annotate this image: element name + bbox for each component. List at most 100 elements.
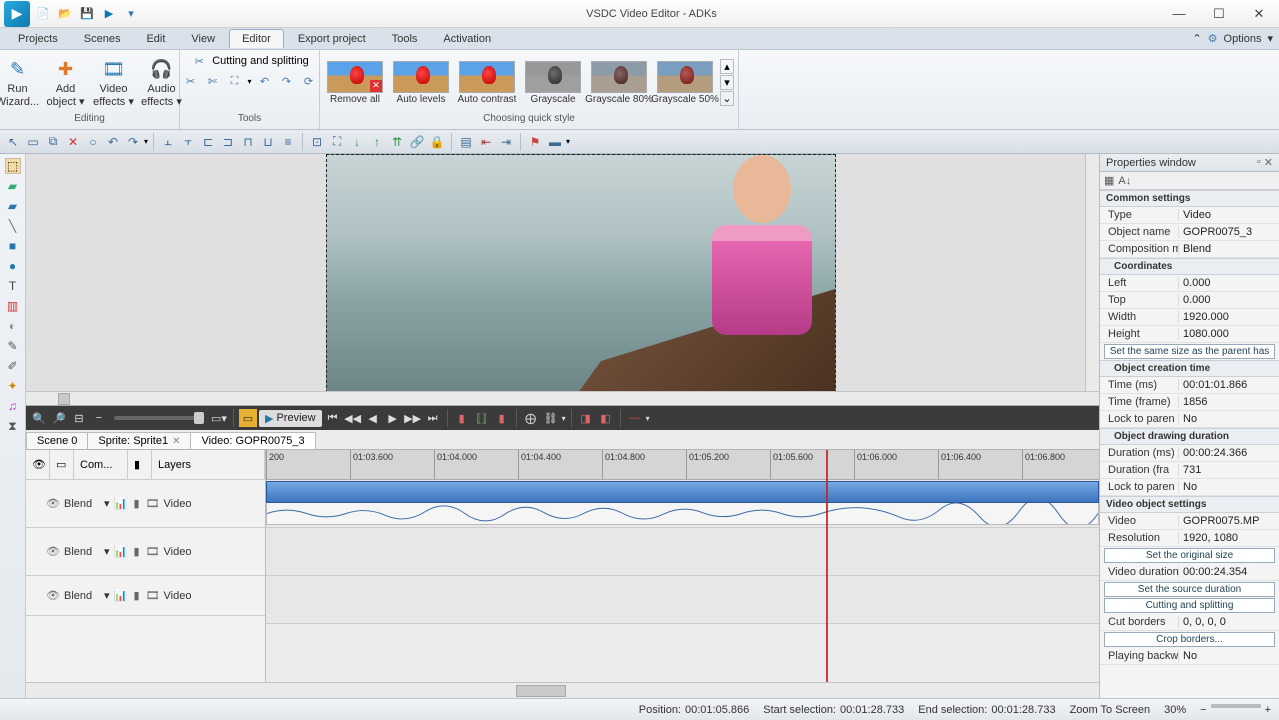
prev-frame-icon[interactable]: ◀◀ [344, 409, 362, 427]
sect-common[interactable]: Common settings [1100, 190, 1279, 207]
zoom-minus-icon[interactable]: − [90, 409, 108, 427]
style-grayscale[interactable]: Grayscale [522, 61, 584, 105]
trim-left-icon[interactable]: ◨ [577, 409, 595, 427]
close-icon[interactable]: ✕ [172, 436, 180, 447]
last-frame-icon[interactable]: ⏭ [424, 409, 442, 427]
trim-right-icon[interactable]: ◧ [597, 409, 615, 427]
style-grayscale-50[interactable]: Grayscale 50% [654, 61, 716, 105]
mb-indent-icon[interactable]: ⇥ [497, 133, 515, 151]
lock-header-icon[interactable]: ▭ [50, 450, 74, 479]
menu-projects[interactable]: Projects [6, 30, 70, 48]
sect-creation[interactable]: Object creation time [1100, 360, 1279, 377]
prop-height[interactable]: 1080.000 [1178, 328, 1279, 340]
rail-image-icon[interactable]: ▰ [5, 178, 21, 194]
prop-composition-mode[interactable]: Blend [1178, 243, 1279, 255]
mb-list-icon[interactable]: ▤ [457, 133, 475, 151]
rail-shape-icon[interactable]: ⬚ [5, 158, 21, 174]
collapse-ribbon-icon[interactable]: ⌃ [1192, 32, 1201, 45]
prop-left[interactable]: 0.000 [1178, 277, 1279, 289]
rotate-ccw-icon[interactable]: ↶ [256, 72, 274, 90]
preview-canvas[interactable] [326, 154, 836, 398]
cat-icon[interactable]: ▦ [1104, 174, 1114, 187]
cutting-splitting-button[interactable]: Cutting and splitting [1104, 598, 1275, 613]
prop-video[interactable]: GOPR0075.MP [1178, 515, 1279, 527]
menu-editor[interactable]: Editor [229, 29, 284, 48]
style-scroll-up-icon[interactable]: ▴ [720, 59, 734, 74]
rail-paint-icon[interactable]: ◐ [5, 318, 21, 334]
status-zoom-value[interactable]: 30% [1164, 704, 1186, 716]
mb-undo-icon[interactable]: ↶ [104, 133, 122, 151]
mb-center-icon[interactable]: ⊡ [308, 133, 326, 151]
prop-lock-parent-1[interactable]: No [1178, 413, 1279, 425]
zoom-slider[interactable] [114, 416, 204, 420]
first-frame-icon[interactable]: ⏮ [324, 409, 342, 427]
crop-borders-button[interactable]: Crop borders... [1104, 632, 1275, 647]
qat-open-icon[interactable]: 📂 [56, 5, 74, 23]
style-remove-all[interactable]: ✕Remove all [324, 61, 386, 105]
mb-align3-icon[interactable]: ⊏ [199, 133, 217, 151]
options-dropdown-icon[interactable]: ▾ [1267, 32, 1273, 45]
mb-redo-icon[interactable]: ↷ [124, 133, 142, 151]
rotate-cw-icon[interactable]: ↷ [278, 72, 296, 90]
marker2-icon[interactable]: ⟦⟧ [473, 409, 491, 427]
track-area[interactable]: 200 01:03.600 01:04.000 01:04.400 01:04.… [266, 450, 1099, 682]
options-gear-icon[interactable]: ⚙ [1208, 32, 1218, 45]
style-grayscale-80[interactable]: Grayscale 80% [588, 61, 650, 105]
audio-effects-button[interactable]: 🎧Audio effects ▾ [140, 54, 184, 112]
style-expand-icon[interactable]: ⌄ [720, 91, 734, 106]
menu-tools[interactable]: Tools [380, 30, 430, 48]
sect-coords[interactable]: Coordinates [1100, 258, 1279, 275]
rail-chart-icon[interactable]: ▥ [5, 298, 21, 314]
menu-activation[interactable]: Activation [431, 30, 503, 48]
style-scroll-down-icon[interactable]: ▾ [720, 75, 734, 90]
rail-counter-icon[interactable]: ⧗ [5, 418, 21, 434]
zoom-in-icon[interactable]: 🔍 [30, 409, 48, 427]
zoom-preset-icon[interactable]: ▭▾ [210, 409, 228, 427]
rotate-more-icon[interactable]: ⟳ [300, 72, 318, 90]
mb-align1-icon[interactable]: ⫠ [159, 133, 177, 151]
sect-drawing[interactable]: Object drawing duration [1100, 428, 1279, 445]
prop-time-ms[interactable]: 00:01:01.866 [1178, 379, 1279, 391]
mb-align7-icon[interactable]: ≡ [279, 133, 297, 151]
set-original-size-button[interactable]: Set the original size [1104, 548, 1275, 563]
mb-arrow-icon[interactable]: ↖ [4, 133, 22, 151]
prop-duration-ms[interactable]: 00:00:24.366 [1178, 447, 1279, 459]
qat-play-icon[interactable]: ▶ [100, 5, 118, 23]
screen-icon[interactable]: ▭ [239, 409, 257, 427]
mb-lock-icon[interactable]: 🔒 [428, 133, 446, 151]
app-logo[interactable]: ▶ [4, 1, 30, 27]
prop-duration-frame[interactable]: 731 [1178, 464, 1279, 476]
qat-more-icon[interactable]: ▾ [122, 5, 140, 23]
scissors-icon[interactable]: ✂ [190, 52, 208, 70]
prop-time-frame[interactable]: 1856 [1178, 396, 1279, 408]
add-object-button[interactable]: ✚Add object ▾ [44, 54, 88, 112]
menu-export[interactable]: Export project [286, 30, 378, 48]
play-icon[interactable]: ▶ [384, 409, 402, 427]
menu-scenes[interactable]: Scenes [72, 30, 133, 48]
prop-object-name[interactable]: GOPR0075_3 [1178, 226, 1279, 238]
track-row-1[interactable]: 👁 Blend▾ 📊▮🎞 Video [26, 480, 265, 528]
video-effects-button[interactable]: 🎞Video effects ▾ [92, 54, 136, 112]
pin-icon[interactable]: ▫ [1257, 156, 1261, 169]
prop-lock-parent-2[interactable]: No [1178, 481, 1279, 493]
mb-color-icon[interactable]: ▬ [546, 133, 564, 151]
cutting-splitting-label[interactable]: Cutting and splitting [212, 55, 309, 67]
rail-person-icon[interactable]: ✦ [5, 378, 21, 394]
rail-audio-icon[interactable]: ▰ [5, 198, 21, 214]
tab-scene[interactable]: Scene 0 [26, 432, 88, 449]
options-label[interactable]: Options [1224, 33, 1262, 45]
close-button[interactable]: ✕ [1239, 1, 1279, 27]
rail-text-icon[interactable]: T [5, 278, 21, 294]
mb-doc-icon[interactable]: ▭ [24, 133, 42, 151]
tab-sprite[interactable]: Sprite: Sprite1✕ [87, 432, 191, 449]
mb-align2-icon[interactable]: ⫟ [179, 133, 197, 151]
prop-playing-backward[interactable]: No [1178, 650, 1279, 662]
waveform[interactable] [266, 503, 1099, 525]
video-clip[interactable] [266, 481, 1099, 503]
mb-link-icon[interactable]: 🔗 [408, 133, 426, 151]
cut-tool-icon[interactable]: ✂ [182, 72, 200, 90]
link2-icon[interactable]: ⛓ [542, 409, 560, 427]
rail-rect-icon[interactable]: ■ [5, 238, 21, 254]
set-parent-size-button[interactable]: Set the same size as the parent has [1104, 344, 1275, 359]
run-wizard-button[interactable]: ✎Run Wizard... [0, 54, 40, 112]
